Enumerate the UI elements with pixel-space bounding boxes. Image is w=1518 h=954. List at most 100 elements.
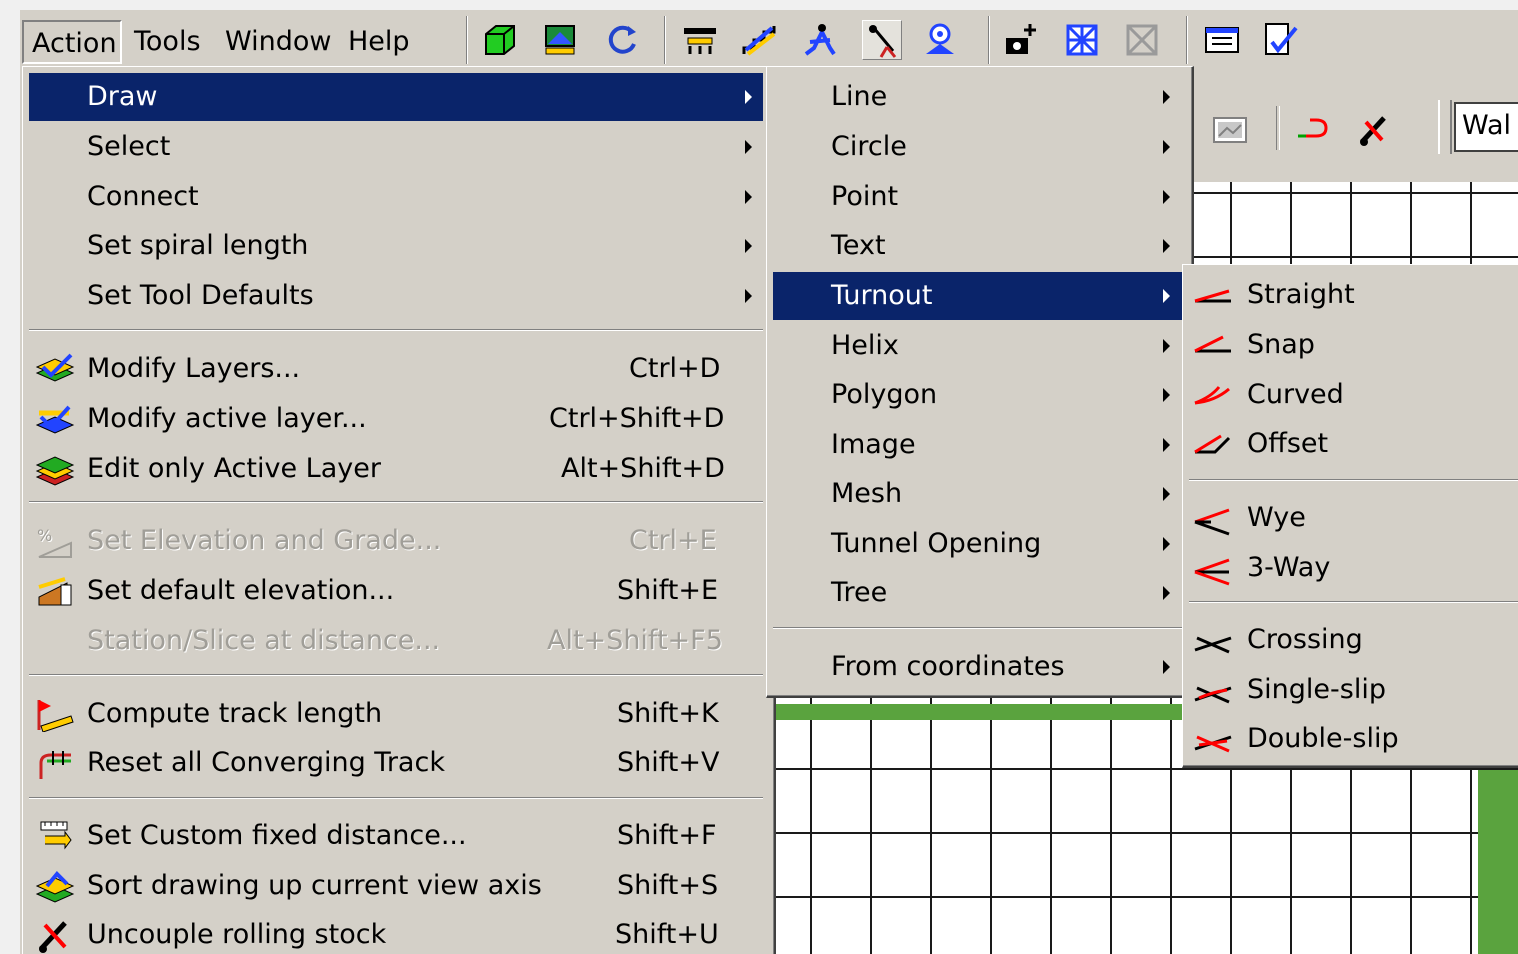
menu-item-straight[interactable]: Straight <box>1189 271 1518 319</box>
track-tool-icon[interactable] <box>680 20 720 60</box>
menu-item-image[interactable]: Image <box>773 421 1183 469</box>
submenu-arrow-icon <box>1163 660 1170 674</box>
shortcut: Ctrl+Shift+D <box>549 403 725 434</box>
menu-item-reset-converging[interactable]: Reset all Converging Track Shift+V <box>29 739 763 787</box>
compute-track-length-label: Compute track length <box>87 698 383 729</box>
menu-item-modify-active-layer[interactable]: Modify active layer... Ctrl+Shift+D <box>29 395 763 443</box>
checklist-icon[interactable] <box>1260 20 1300 60</box>
submenu-arrow-icon <box>745 90 752 104</box>
menu-separator <box>29 674 763 676</box>
menu-window-label: Window <box>225 26 332 57</box>
menu-item-from-coordinates[interactable]: From coordinates <box>773 643 1183 691</box>
turnout-offset-icon <box>1194 434 1231 454</box>
layer-combo-value: Wal <box>1462 110 1512 141</box>
stairs-icon[interactable] <box>740 20 780 60</box>
menu-separator <box>29 797 763 799</box>
menu-help[interactable]: Help <box>348 20 410 64</box>
menu-item-modify-layers[interactable]: Modify Layers... Ctrl+D <box>29 345 763 393</box>
menu-item-connect[interactable]: Connect <box>29 173 763 221</box>
station-slice-label: Station/Slice at distance... <box>87 625 441 656</box>
turnout-snap-icon <box>1194 335 1231 353</box>
turnout-3way-icon <box>1194 558 1230 586</box>
submenu-arrow-icon <box>1163 487 1170 501</box>
grid-box-icon[interactable] <box>1062 20 1102 60</box>
menu-action-label: Action <box>32 28 117 59</box>
polygon-label: Polygon <box>831 379 938 410</box>
menu-item-set-default-elevation[interactable]: Set default elevation... Shift+E <box>29 567 763 615</box>
ruler-flag-icon <box>37 700 74 732</box>
camera-add-icon[interactable] <box>1000 20 1040 60</box>
point-label: Point <box>831 181 899 212</box>
submenu-arrow-icon <box>1163 586 1170 600</box>
pointer-icon[interactable] <box>862 20 902 60</box>
menu-item-draw[interactable]: Draw <box>29 73 763 121</box>
turnout-curved-icon <box>1194 386 1230 405</box>
sort-drawing-label: Sort drawing up current view axis <box>87 870 542 901</box>
layers-scene-icon[interactable] <box>540 20 580 60</box>
menu-item-crossing[interactable]: Crossing <box>1189 616 1518 664</box>
menu-item-tree[interactable]: Tree <box>773 569 1183 617</box>
red-hook-icon[interactable] <box>1292 110 1332 150</box>
menu-item-set-custom-distance[interactable]: Set Custom fixed distance... Shift+F <box>29 812 763 860</box>
edit-only-active-label: Edit only Active Layer <box>87 453 381 484</box>
window-icon[interactable] <box>1202 20 1242 60</box>
cube-icon[interactable] <box>480 20 520 60</box>
menu-item-mesh[interactable]: Mesh <box>773 470 1183 518</box>
snap-label: Snap <box>1247 329 1315 360</box>
set-tool-defaults-label: Set Tool Defaults <box>87 280 314 311</box>
menu-action[interactable]: Action <box>22 20 122 64</box>
menu-item-snap[interactable]: Snap <box>1189 321 1518 369</box>
uncouple-icon[interactable] <box>1354 110 1394 150</box>
menu-item-select[interactable]: Select <box>29 123 763 171</box>
draw-submenu: Line Circle Point Text Turnout Helix Pol… <box>766 66 1194 698</box>
target-icon[interactable] <box>920 20 960 60</box>
menu-item-curved[interactable]: Curved <box>1189 371 1518 419</box>
menu-item-turnout[interactable]: Turnout <box>773 272 1183 320</box>
submenu-arrow-icon <box>745 140 752 154</box>
menu-item-sort-drawing[interactable]: Sort drawing up current view axis Shift+… <box>29 862 763 910</box>
menu-item-circle[interactable]: Circle <box>773 123 1183 171</box>
layer-combo[interactable]: Wal <box>1454 102 1518 152</box>
modify-layers-label: Modify Layers... <box>87 353 301 384</box>
shortcut: Shift+K <box>617 698 719 729</box>
wye-label: Wye <box>1247 502 1306 533</box>
toolbar-separator <box>466 16 468 64</box>
menu-item-set-spiral-length[interactable]: Set spiral length <box>29 222 763 270</box>
curved-label: Curved <box>1247 379 1344 410</box>
menu-item-text[interactable]: Text <box>773 222 1183 270</box>
menu-window[interactable]: Window <box>225 20 331 64</box>
svg-text:%: % <box>37 526 52 545</box>
menu-item-compute-track-length[interactable]: Compute track length Shift+K <box>29 690 763 738</box>
menu-help-label: Help <box>348 26 410 57</box>
straight-label: Straight <box>1247 279 1355 310</box>
menu-bar: Action Tools Window Help <box>20 10 1518 70</box>
menu-item-offset[interactable]: Offset <box>1189 420 1518 468</box>
menu-item-tunnel-opening[interactable]: Tunnel Opening <box>773 520 1183 568</box>
elevation-icon <box>38 577 72 606</box>
set-default-elevation-label: Set default elevation... <box>87 575 395 606</box>
set-elevation-label: Set Elevation and Grade... <box>87 525 442 556</box>
menu-item-3-way[interactable]: 3-Way <box>1189 544 1518 592</box>
menu-item-uncouple[interactable]: Uncouple rolling stock Shift+U <box>29 911 763 954</box>
figure-icon[interactable] <box>800 20 840 60</box>
menu-item-single-slip[interactable]: Single-slip <box>1189 666 1518 714</box>
toolbar-separator-2 <box>664 16 666 64</box>
menu-item-polygon[interactable]: Polygon <box>773 371 1183 419</box>
menu-item-set-tool-defaults[interactable]: Set Tool Defaults <box>29 272 763 320</box>
menu-item-helix[interactable]: Helix <box>773 322 1183 370</box>
set-custom-distance-label: Set Custom fixed distance... <box>87 820 467 851</box>
track-segment-top <box>772 704 1182 720</box>
set-spiral-length-label: Set spiral length <box>87 230 309 261</box>
menu-item-station-slice: Station/Slice at distance... Alt+Shift+F… <box>29 617 763 665</box>
menu-tools[interactable]: Tools <box>134 20 201 64</box>
grid-box-disabled-icon <box>1122 20 1162 60</box>
menu-item-line[interactable]: Line <box>773 73 1183 121</box>
menu-item-wye[interactable]: Wye <box>1189 494 1518 542</box>
image-frame-icon[interactable] <box>1210 110 1250 150</box>
menu-item-double-slip[interactable]: Double-slip <box>1189 715 1518 763</box>
menu-item-point[interactable]: Point <box>773 173 1183 221</box>
menu-item-edit-only-active-layer[interactable]: Edit only Active Layer Alt+Shift+D <box>29 445 763 493</box>
shortcut: Alt+Shift+F5 <box>547 625 723 656</box>
submenu-arrow-icon <box>1163 90 1170 104</box>
refresh-icon[interactable] <box>602 20 642 60</box>
